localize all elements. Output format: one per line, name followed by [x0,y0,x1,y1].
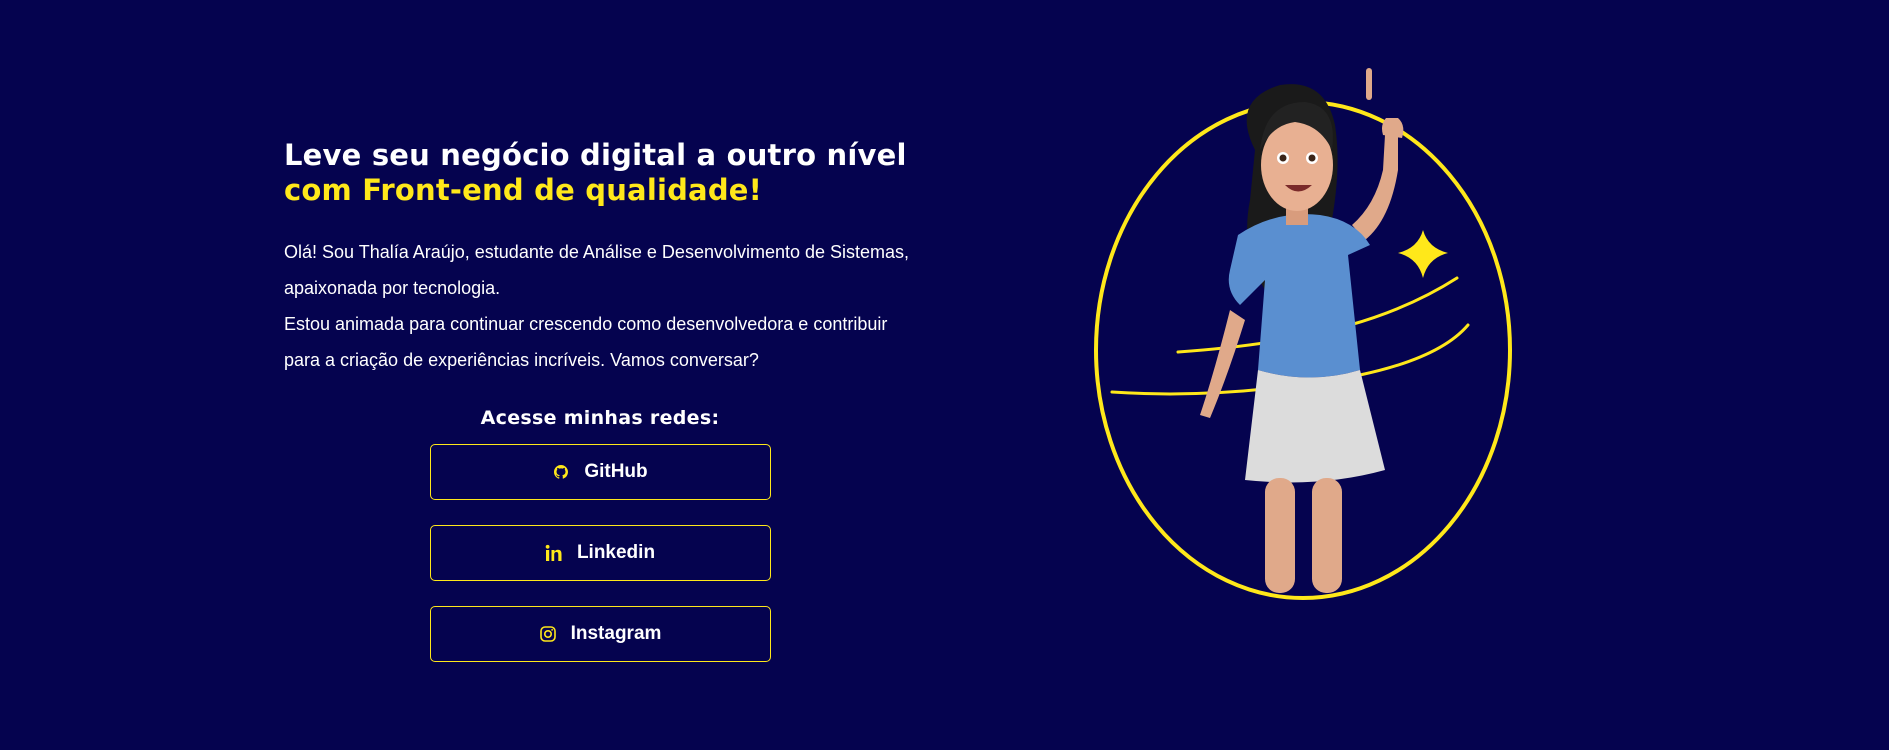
hero-intro: Olá! Sou Thalía Araújo, estudante de Aná… [284,234,924,378]
instagram-button[interactable]: Instagram [429,606,771,662]
headline-highlight: com Front-end de qualidade! [284,173,763,207]
hero-text: Leve seu negócio digital a outro nível c… [284,138,924,378]
github-button[interactable]: GitHub [429,444,771,500]
instagram-label: Instagram [570,623,662,644]
intro-paragraph-2: Estou animada para continuar crescendo c… [284,314,888,370]
instagram-icon [539,625,557,643]
socials-title: Acesse minhas redes: [480,407,720,429]
hero-section: Leve seu negócio digital a outro nível c… [0,0,1889,750]
github-label: GitHub [584,461,648,482]
github-icon [552,463,570,481]
headline-text: Leve seu negócio digital a outro nível [284,138,907,172]
linkedin-button[interactable]: Linkedin [429,525,771,581]
linkedin-label: Linkedin [576,542,656,563]
intro-paragraph-1: Olá! Sou Thalía Araújo, estudante de Aná… [284,242,910,298]
sparkle-icon [1398,230,1448,278]
hero-headline: Leve seu negócio digital a outro nível c… [284,138,924,208]
avatar-illustration [1080,40,1530,610]
socials-block: Acesse minhas redes: GitHub Linkedin Ins… [284,407,916,687]
linkedin-icon [545,544,563,562]
